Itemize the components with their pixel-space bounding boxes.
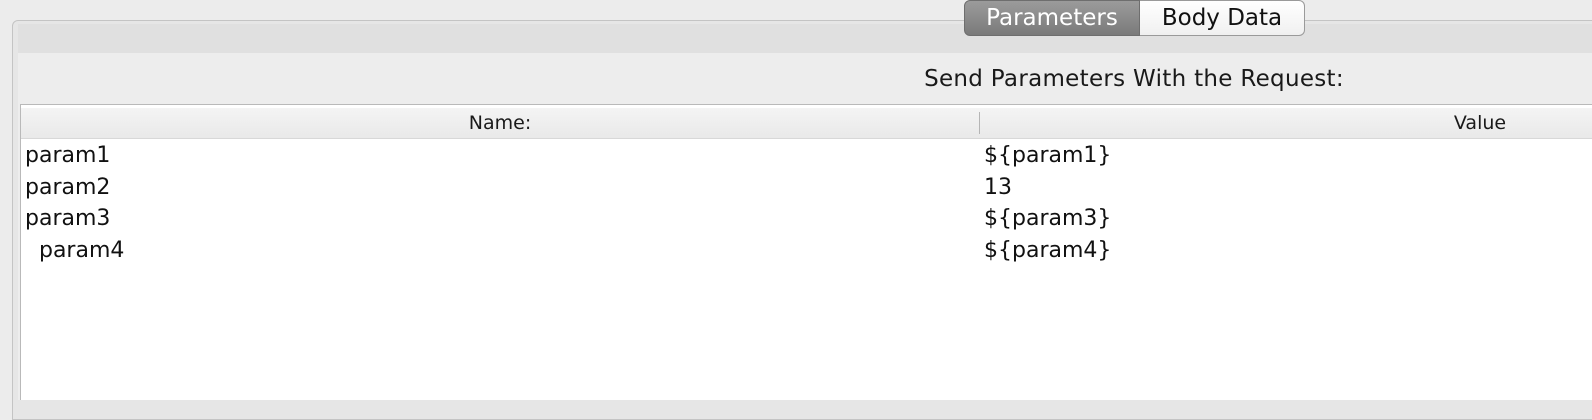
tab-body-data[interactable]: Body Data <box>1140 0 1305 36</box>
section-title: Send Parameters With the Request: <box>924 66 1344 92</box>
table-body: param1 ${param1} param2 13 param3 ${para… <box>21 140 1592 266</box>
row-value-cell[interactable]: ${param1} <box>984 140 1584 172</box>
column-header-value[interactable]: Value <box>980 108 1592 138</box>
table-row[interactable]: param2 13 <box>21 172 1592 204</box>
tab-bar: Parameters Body Data <box>964 0 1305 36</box>
table-row[interactable]: param4 ${param4} <box>21 235 1592 267</box>
table-header: Name: Value <box>21 108 1592 139</box>
table-row[interactable]: param1 ${param1} <box>21 140 1592 172</box>
row-name-cell[interactable]: param2 <box>25 172 965 204</box>
tab-parameters[interactable]: Parameters <box>964 0 1140 36</box>
row-name-cell[interactable]: param1 <box>25 140 965 172</box>
panel-top-band <box>18 24 1592 53</box>
row-value-cell[interactable]: ${param3} <box>984 203 1584 235</box>
row-name-cell[interactable]: param3 <box>25 203 965 235</box>
table-row[interactable]: param3 ${param3} <box>21 203 1592 235</box>
row-name-cell[interactable]: param4 <box>25 235 965 267</box>
parameters-table[interactable]: Name: Value param1 ${param1} param2 13 p… <box>20 104 1592 400</box>
row-value-cell[interactable]: ${param4} <box>984 235 1584 267</box>
column-header-name[interactable]: Name: <box>21 108 979 138</box>
row-value-cell[interactable]: 13 <box>984 172 1584 204</box>
parameters-tab-content: Send Parameters With the Request: Name: … <box>18 53 1592 400</box>
